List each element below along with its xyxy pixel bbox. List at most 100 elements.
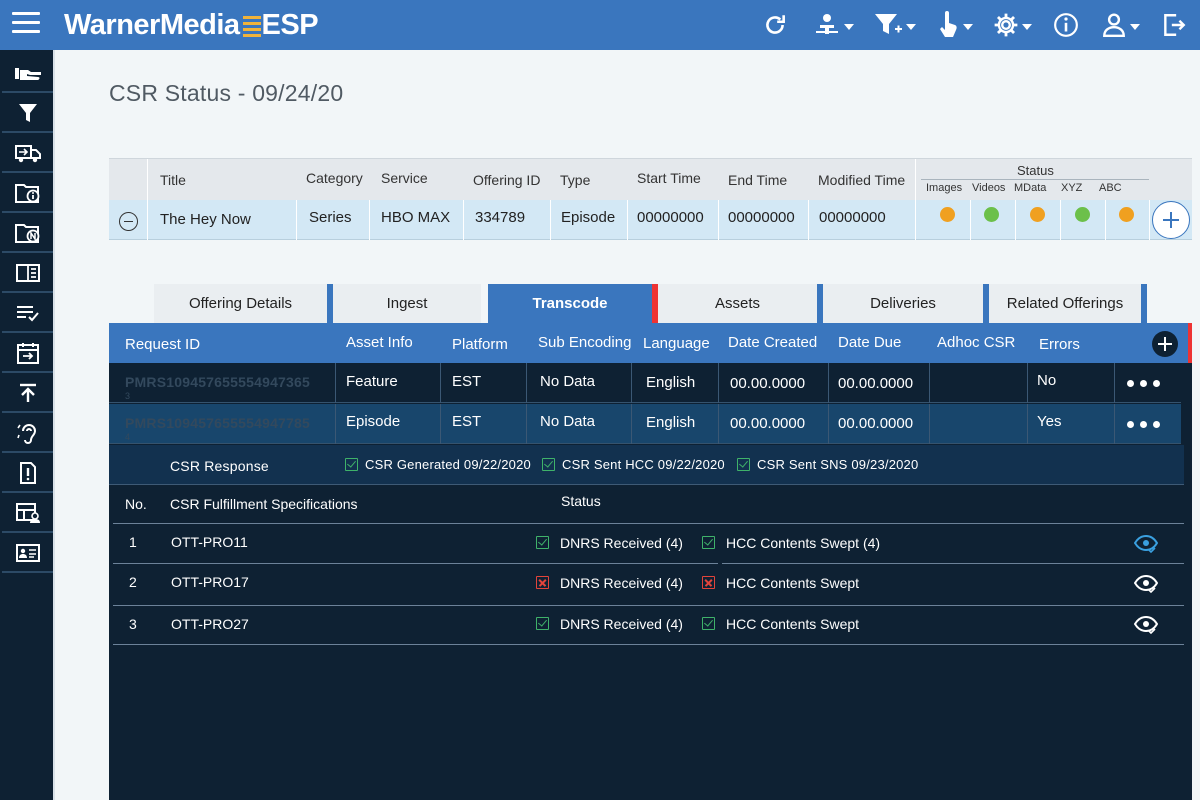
status-col-images: Images bbox=[926, 182, 963, 194]
info-icon[interactable] bbox=[1052, 9, 1080, 41]
status-col-mdata: MData bbox=[1014, 182, 1047, 194]
touch-icon[interactable] bbox=[934, 9, 974, 41]
sidebar-item-offers[interactable] bbox=[2, 55, 53, 93]
row-more-options-icon[interactable] bbox=[1127, 421, 1161, 429]
col-date-due[interactable]: Date Due bbox=[838, 334, 901, 351]
sidebar bbox=[0, 50, 55, 800]
col-title[interactable]: Title bbox=[160, 172, 186, 188]
col-service[interactable]: Service bbox=[381, 170, 428, 186]
sidebar-item-delivery[interactable] bbox=[2, 135, 53, 173]
row-more-options-icon[interactable] bbox=[1127, 380, 1161, 388]
chevron-down-icon bbox=[843, 24, 854, 30]
checkbox-checked-icon bbox=[536, 617, 549, 630]
col-start-time[interactable]: Start Time bbox=[637, 170, 701, 186]
csr-sent-sns: CSR Sent SNS 09/23/2020 bbox=[757, 457, 919, 472]
status-col-abc: ABC bbox=[1099, 182, 1122, 194]
brand-right: ESP bbox=[261, 8, 319, 41]
chevron-down-icon bbox=[1021, 24, 1032, 30]
csr-sent-hcc: CSR Sent HCC 09/22/2020 bbox=[562, 457, 725, 472]
offering-service: HBO MAX bbox=[381, 209, 451, 226]
collapse-row-icon[interactable] bbox=[119, 212, 138, 231]
gear-icon[interactable] bbox=[990, 9, 1034, 41]
col-offering-id[interactable]: Offering ID bbox=[473, 172, 540, 188]
view-eye-icon[interactable] bbox=[1134, 534, 1158, 554]
request-row[interactable]: PMRS109457655554947365 3 Feature EST No … bbox=[109, 363, 1181, 403]
csr-response-label: CSR Response bbox=[170, 458, 269, 474]
sidebar-item-dashboard-user[interactable] bbox=[2, 495, 53, 533]
filter-add-icon[interactable] bbox=[872, 9, 916, 41]
fulfillment-no: 1 bbox=[129, 534, 137, 550]
platform: EST bbox=[452, 373, 482, 390]
checkbox-checked-icon bbox=[702, 536, 715, 549]
checkbox-error-icon bbox=[536, 576, 549, 589]
presenter-icon[interactable] bbox=[812, 9, 854, 41]
col-platform[interactable]: Platform bbox=[452, 336, 508, 353]
offering-title: The Hey Now bbox=[160, 211, 251, 228]
divider bbox=[113, 605, 1184, 606]
tab-related-offerings[interactable]: Related Offerings bbox=[989, 284, 1141, 323]
add-request-button[interactable] bbox=[1152, 331, 1178, 357]
offering-table: Title Category Service Offering ID Type … bbox=[109, 158, 1192, 242]
checkbox-checked-icon bbox=[536, 536, 549, 549]
add-offering-button[interactable] bbox=[1152, 201, 1190, 239]
checkbox-error-icon bbox=[702, 576, 715, 589]
error-edge-marker bbox=[1188, 323, 1192, 363]
view-eye-icon[interactable] bbox=[1134, 574, 1158, 594]
date-due: 00.00.0000 bbox=[838, 415, 914, 432]
col-fulfillment-status: Status bbox=[561, 493, 601, 509]
sidebar-item-folder-n[interactable] bbox=[2, 215, 53, 253]
hamburger-menu-icon[interactable] bbox=[12, 12, 40, 36]
col-type[interactable]: Type bbox=[560, 172, 590, 188]
col-fulfillment-spec: CSR Fulfillment Specifications bbox=[170, 496, 358, 512]
errors: No bbox=[1037, 372, 1057, 389]
col-date-created[interactable]: Date Created bbox=[728, 334, 817, 351]
sidebar-item-folder-info[interactable] bbox=[2, 175, 53, 213]
sidebar-item-filter[interactable] bbox=[2, 95, 53, 133]
request-row-selected[interactable]: PMRS109457655554947785 4 Episode EST No … bbox=[109, 404, 1181, 444]
logout-icon[interactable] bbox=[1160, 9, 1188, 41]
tab-deliveries[interactable]: Deliveries bbox=[823, 284, 983, 323]
upload-top-icon bbox=[19, 383, 36, 402]
divider bbox=[722, 563, 1184, 564]
csr-response-bar: CSR Response CSR Generated 09/22/2020 CS… bbox=[109, 445, 1184, 485]
col-errors[interactable]: Errors bbox=[1039, 336, 1080, 353]
col-language[interactable]: Language bbox=[643, 335, 710, 352]
date-created: 00.00.0000 bbox=[730, 415, 806, 432]
col-asset-info[interactable]: Asset Info bbox=[346, 334, 413, 351]
sidebar-divider bbox=[53, 50, 55, 800]
sidebar-item-hearing[interactable] bbox=[2, 415, 53, 453]
col-request-id[interactable]: Request ID bbox=[125, 336, 200, 353]
tab-divider bbox=[1141, 284, 1147, 323]
date-created: 00.00.0000 bbox=[730, 375, 806, 392]
dnrs-status: DNRS Received (4) bbox=[560, 616, 683, 632]
view-eye-icon[interactable] bbox=[1134, 615, 1158, 635]
asset-info: Episode bbox=[346, 413, 401, 430]
sidebar-item-checklist[interactable] bbox=[2, 295, 53, 333]
col-end-time[interactable]: End Time bbox=[728, 172, 787, 188]
col-sub-encoding[interactable]: Sub Encoding bbox=[538, 334, 631, 351]
status-dot-mdata bbox=[1030, 207, 1045, 222]
refresh-icon[interactable] bbox=[760, 9, 790, 41]
offering-row[interactable]: The Hey Now Series HBO MAX 334789 Episod… bbox=[109, 200, 1192, 240]
col-category[interactable]: Category bbox=[306, 170, 363, 186]
brand-logo: WarnerMedia ESP bbox=[64, 8, 319, 42]
status-dot-images bbox=[940, 207, 955, 222]
page-title: CSR Status - 09/24/20 bbox=[109, 80, 344, 106]
tab-transcode[interactable]: Transcode bbox=[488, 284, 652, 323]
tab-offering-details[interactable]: Offering Details bbox=[154, 284, 327, 323]
col-modified-time[interactable]: Modified Time bbox=[818, 172, 905, 188]
sidebar-item-book[interactable] bbox=[2, 255, 53, 293]
tab-ingest[interactable]: Ingest bbox=[333, 284, 481, 323]
offering-end-time: 00000000 bbox=[728, 209, 795, 226]
sidebar-item-id-card[interactable] bbox=[2, 535, 53, 573]
tab-assets[interactable]: Assets bbox=[658, 284, 817, 323]
col-adhoc-csr[interactable]: Adhoc CSR bbox=[937, 334, 1015, 351]
offering-type: Episode bbox=[561, 209, 616, 226]
sidebar-item-calendar[interactable] bbox=[2, 335, 53, 373]
hearing-icon bbox=[16, 424, 36, 444]
sidebar-item-upload[interactable] bbox=[2, 375, 53, 413]
sidebar-item-alert[interactable] bbox=[2, 455, 53, 493]
user-icon[interactable] bbox=[1098, 9, 1142, 41]
folder-n-icon bbox=[14, 224, 39, 243]
fulfillment-spec: OTT-PRO27 bbox=[171, 616, 249, 632]
